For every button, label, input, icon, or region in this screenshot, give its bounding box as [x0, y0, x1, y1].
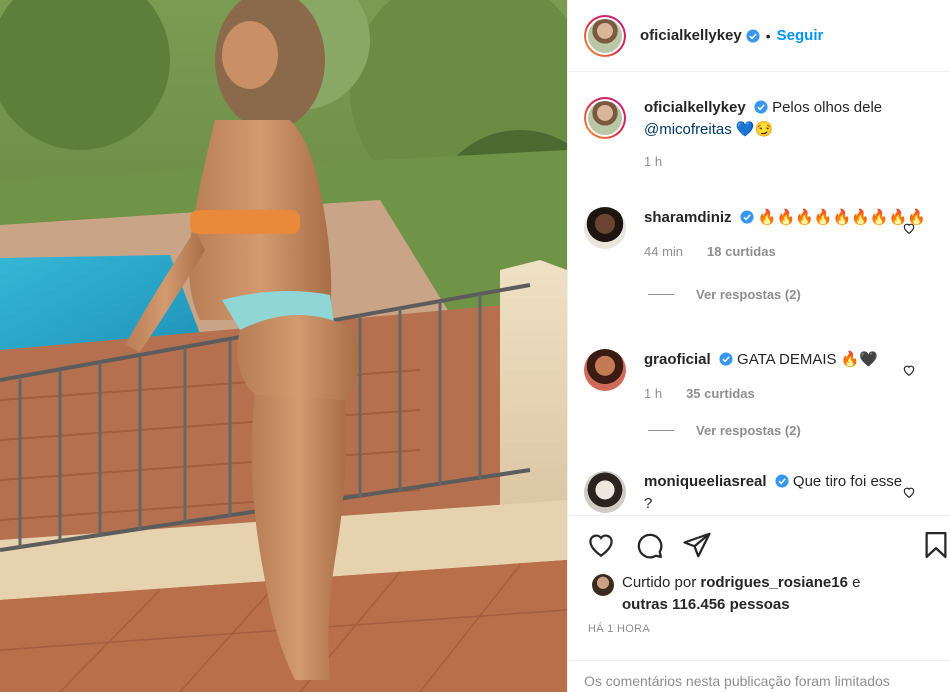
caption-username[interactable]: oficialkellykey: [644, 99, 746, 116]
comment-item: graoficial GATA DEMAIS 🔥🖤 1 h 35 curtidas…: [584, 349, 934, 438]
small-heart-icon[interactable]: [902, 363, 916, 377]
view-replies[interactable]: Ver respostas (2): [584, 423, 934, 438]
post-caption: oficialkellykey Pelos olhos dele @micofr…: [584, 97, 924, 173]
verified-icon: [754, 100, 768, 114]
small-heart-icon[interactable]: [902, 485, 916, 499]
share-icon[interactable]: [682, 530, 712, 560]
view-replies[interactable]: Ver respostas (2): [584, 287, 934, 302]
comment-time[interactable]: 1 h: [644, 386, 662, 401]
comment-time[interactable]: 44 min: [644, 244, 683, 259]
post-image: [0, 0, 567, 692]
small-heart-icon[interactable]: [902, 221, 916, 235]
likes-prefix: Curtido por: [622, 574, 697, 591]
comments-list[interactable]: oficialkellykey Pelos olhos dele @micofr…: [568, 73, 950, 515]
likes-conj: e: [852, 574, 861, 591]
caption-time[interactable]: 1 h: [644, 151, 882, 173]
caption-mention[interactable]: @micofreitas: [644, 121, 732, 138]
comments-limited-notice: Os comentários nesta publicação foram li…: [568, 660, 950, 689]
comment-icon[interactable]: [634, 530, 664, 560]
follow-button[interactable]: Seguir: [777, 27, 824, 44]
commenter-avatar[interactable]: [584, 349, 626, 391]
author-avatar[interactable]: [584, 14, 626, 57]
bookmark-icon[interactable]: [921, 530, 950, 560]
post-timestamp[interactable]: HÁ 1 HORA: [588, 623, 650, 635]
comment-likes[interactable]: 35 curtidas: [686, 386, 755, 401]
comment-likes[interactable]: 18 curtidas: [707, 244, 776, 259]
comment-username[interactable]: graoficial: [644, 351, 711, 368]
post-actions: Curtido por rodrigues_rosiane16 e outras…: [568, 515, 950, 692]
comment-username[interactable]: moniqueeliasreal: [644, 473, 767, 490]
comment-username[interactable]: sharamdiniz: [644, 209, 732, 226]
likes-summary: Curtido por rodrigues_rosiane16 e outras…: [592, 572, 860, 616]
author-username[interactable]: oficialkellykey: [640, 27, 742, 44]
post-header: oficialkellykey • Seguir: [568, 0, 950, 72]
liker-username[interactable]: rodrigues_rosiane16: [700, 574, 848, 591]
verified-icon: [740, 210, 754, 224]
caption-emoji: 💙😏: [735, 121, 774, 138]
comment-text: 🔥🔥🔥🔥🔥🔥🔥🔥🔥: [757, 209, 926, 226]
liker-avatar[interactable]: [592, 574, 614, 596]
verified-icon: [719, 352, 733, 366]
comment-text: GATA DEMAIS 🔥🖤: [737, 351, 879, 368]
caption-avatar[interactable]: [584, 97, 626, 139]
comment-item: sharamdiniz 🔥🔥🔥🔥🔥🔥🔥🔥🔥 44 min 18 curtidas …: [584, 207, 934, 302]
separator-dot: •: [765, 27, 771, 44]
heart-icon[interactable]: [586, 530, 616, 560]
verified-icon: [775, 474, 789, 488]
caption-text: Pelos olhos dele: [772, 99, 883, 116]
post-photo[interactable]: [0, 0, 567, 692]
commenter-avatar[interactable]: [584, 471, 626, 513]
post-details-panel: oficialkellykey • Seguir oficialkellykey…: [567, 0, 950, 692]
commenter-avatar[interactable]: [584, 207, 626, 249]
comment-item: moniqueeliasreal Que tiro foi esse ?: [584, 471, 934, 515]
verified-icon: [746, 28, 760, 43]
likes-count[interactable]: outras 116.456 pessoas: [622, 596, 790, 613]
